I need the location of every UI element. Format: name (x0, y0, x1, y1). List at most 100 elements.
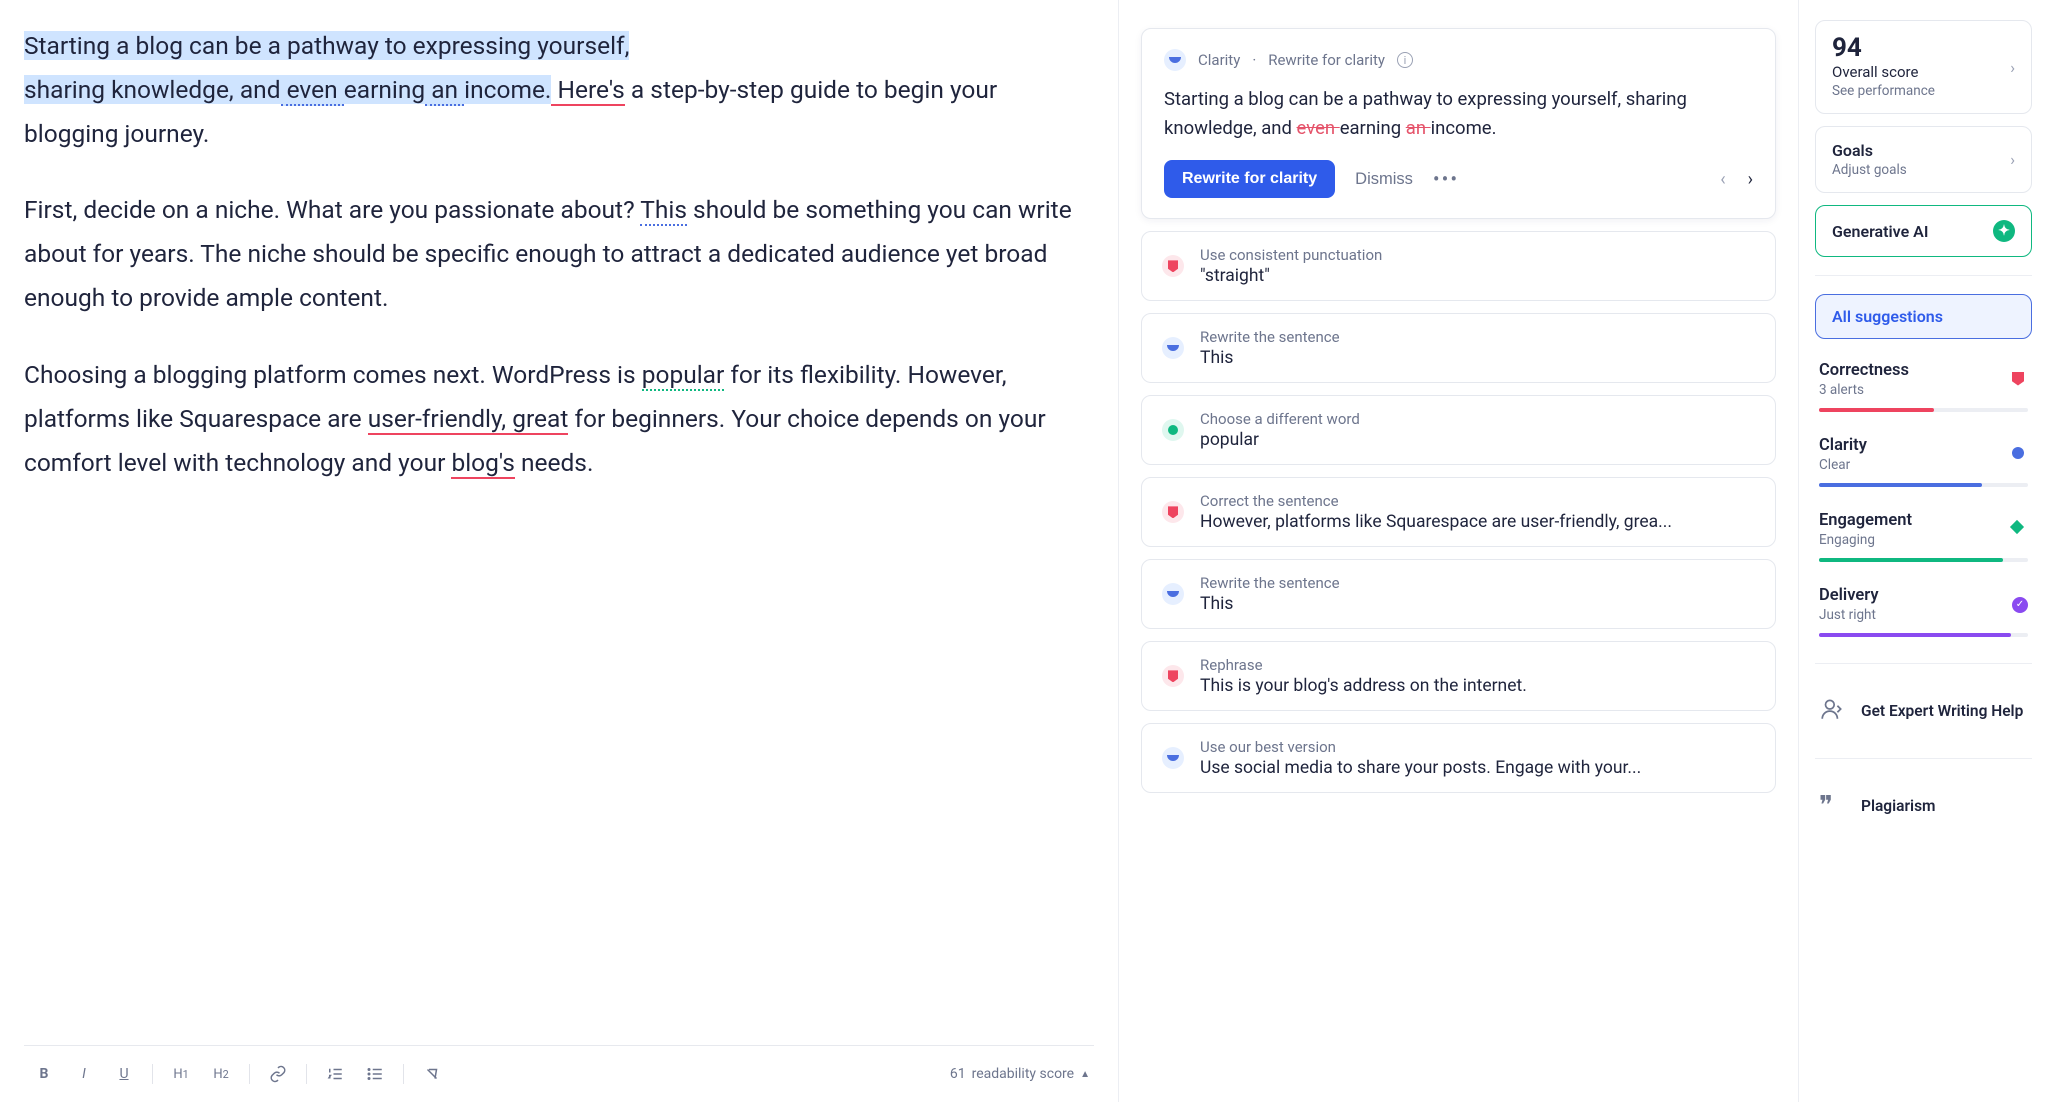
active-suggestion-card: Clarity · Rewrite for clarity i Starting… (1141, 28, 1776, 219)
blue-dot-icon (1162, 337, 1184, 359)
red-dot-icon (1162, 665, 1184, 687)
score-label: Overall score (1832, 63, 1935, 81)
card-header: Clarity · Rewrite for clarity i (1164, 49, 1753, 71)
suggestion-title: Use consistent punctuation (1200, 246, 1382, 264)
underline-engagement[interactable]: popular (642, 360, 725, 391)
h2-button[interactable]: H2 (205, 1058, 237, 1090)
generative-ai-label: Generative AI (1832, 222, 1928, 241)
category-name: Delivery (1819, 586, 1879, 605)
suggestion-item[interactable]: Rephrase This is your blog's address on … (1141, 641, 1776, 711)
blue-dot-icon (1162, 583, 1184, 605)
person-icon (1819, 696, 1847, 726)
suggestion-item[interactable]: Use consistent punctuation "straight" (1141, 231, 1776, 301)
score-value: 94 (1832, 35, 1935, 61)
expert-help-label: Get Expert Writing Help (1861, 701, 2023, 721)
category-engagement[interactable]: Engagement Engaging (1815, 495, 2032, 570)
suggestion-preview: popular (1200, 430, 1360, 450)
category-bar (1819, 558, 2028, 562)
circle-blue-icon (2012, 447, 2028, 463)
card-title: Rewrite for clarity (1268, 51, 1385, 69)
highlighted-text[interactable]: Starting a blog can be a pathway to expr… (24, 31, 629, 60)
goals-box[interactable]: Goals Adjust goals › (1815, 126, 2032, 193)
check-purple-icon: ✓ (2012, 597, 2028, 613)
highlighted-text[interactable]: sharing knowledge, and (24, 75, 281, 104)
plagiarism-row[interactable]: ❞ Plagiarism (1815, 777, 2032, 835)
editor-column: Starting a blog can be a pathway to expr… (0, 0, 1118, 1102)
category-sub: Just right (1819, 607, 1879, 623)
divider (1815, 275, 2032, 276)
suggestion-item[interactable]: Correct the sentence However, platforms … (1141, 477, 1776, 547)
paragraph-3[interactable]: Choosing a blogging platform comes next.… (24, 353, 1094, 485)
suggestion-item[interactable]: Use our best version Use social media to… (1141, 723, 1776, 793)
underline-clarity[interactable]: This (640, 195, 687, 226)
shield-red-icon (2012, 372, 2028, 388)
suggestion-title: Choose a different word (1200, 410, 1360, 428)
blue-dot-icon (1162, 747, 1184, 769)
goals-sublabel: Adjust goals (1832, 162, 1907, 178)
sidebar-column: 94 Overall score See performance › Goals… (1798, 0, 2048, 1102)
suggestion-preview: However, platforms like Squarespace are … (1200, 512, 1672, 532)
category-bar (1819, 483, 2028, 487)
suggestion-item[interactable]: Rewrite the sentence This (1141, 313, 1776, 383)
chevron-right-icon: › (2010, 150, 2015, 169)
all-suggestions-button[interactable]: All suggestions (1815, 294, 2032, 339)
category-sub: Engaging (1819, 532, 1912, 548)
info-icon[interactable]: i (1397, 52, 1413, 68)
category-list: Correctness 3 alerts Clarity Clear Engag… (1815, 345, 2032, 645)
dismiss-button[interactable]: Dismiss (1355, 170, 1413, 189)
suggestion-preview: This (1200, 594, 1340, 614)
suggestion-item[interactable]: Choose a different word popular (1141, 395, 1776, 465)
underline-clarity[interactable]: an (425, 75, 464, 106)
toolbar-separator (306, 1064, 307, 1084)
next-suggestion-button[interactable]: › (1748, 169, 1753, 190)
expert-help-row[interactable]: Get Expert Writing Help (1815, 682, 2032, 740)
bold-button[interactable]: B (28, 1058, 60, 1090)
category-clarity[interactable]: Clarity Clear (1815, 420, 2032, 495)
bullet-list-button[interactable] (359, 1058, 391, 1090)
italic-button[interactable]: I (68, 1058, 100, 1090)
red-dot-icon (1162, 501, 1184, 523)
toolbar-separator (249, 1064, 250, 1084)
divider (1815, 758, 2032, 759)
card-nav: ‹ › (1720, 169, 1753, 190)
rewrite-button[interactable]: Rewrite for clarity (1164, 160, 1335, 198)
underline-correctness[interactable]: blog's (451, 448, 514, 479)
clear-formatting-button[interactable] (416, 1058, 448, 1090)
suggestion-preview: "straight" (1200, 266, 1382, 286)
category-correctness[interactable]: Correctness 3 alerts (1815, 345, 2032, 420)
category-delivery[interactable]: Delivery Just right ✓ (1815, 570, 2032, 645)
score-sublabel: See performance (1832, 83, 1935, 99)
category-name: Correctness (1819, 361, 1909, 380)
editor-content[interactable]: Starting a blog can be a pathway to expr… (24, 24, 1094, 1045)
clarity-icon (1164, 49, 1186, 71)
diamond-green-icon (2012, 522, 2028, 538)
prev-suggestion-button[interactable]: ‹ (1720, 169, 1725, 190)
suggestion-preview: Use social media to share your posts. En… (1200, 758, 1641, 778)
quote-icon: ❞ (1819, 791, 1847, 821)
card-actions: Rewrite for clarity Dismiss ••• ‹ › (1164, 160, 1753, 198)
overall-score-box[interactable]: 94 Overall score See performance › (1815, 20, 2032, 114)
generative-ai-box[interactable]: Generative AI ✦ (1815, 205, 2032, 257)
h1-button[interactable]: H1 (165, 1058, 197, 1090)
more-options-icon[interactable]: ••• (1433, 167, 1459, 191)
numbered-list-button[interactable] (319, 1058, 351, 1090)
underline-correctness[interactable]: great (506, 404, 568, 435)
underline-button[interactable]: U (108, 1058, 140, 1090)
readability-label: readability score (972, 1066, 1075, 1082)
category-bar (1819, 408, 2028, 412)
sparkle-icon: ✦ (1993, 220, 2015, 242)
category-sub: 3 alerts (1819, 382, 1909, 398)
underline-clarity[interactable]: even (281, 75, 344, 106)
readability-value: 61 (950, 1066, 966, 1082)
link-button[interactable] (262, 1058, 294, 1090)
category-name: Clarity (1819, 436, 1867, 455)
toolbar-separator (152, 1064, 153, 1084)
card-body: Starting a blog can be a pathway to expr… (1164, 85, 1753, 142)
suggestion-list: Use consistent punctuation "straight" Re… (1141, 231, 1776, 793)
underline-correctness[interactable]: user-friendly, (368, 404, 506, 435)
paragraph-1[interactable]: Starting a blog can be a pathway to expr… (24, 24, 1094, 156)
paragraph-2[interactable]: First, decide on a niche. What are you p… (24, 188, 1094, 320)
suggestion-item[interactable]: Rewrite the sentence This (1141, 559, 1776, 629)
readability-score[interactable]: 61 readability score ▲ (950, 1066, 1090, 1082)
underline-correctness[interactable]: Here's (551, 75, 624, 106)
